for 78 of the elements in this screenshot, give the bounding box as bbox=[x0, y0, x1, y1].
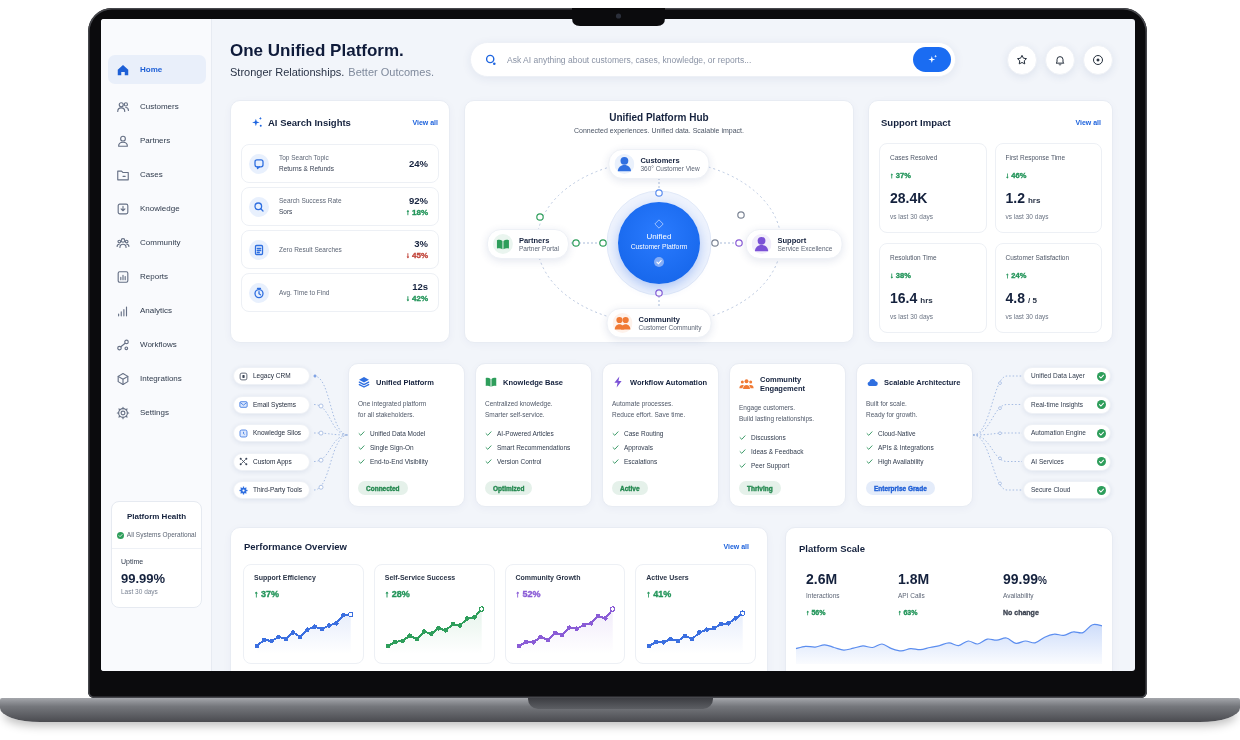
clock-icon bbox=[249, 282, 269, 303]
cube-icon bbox=[116, 371, 130, 386]
stat-value: 2.6M bbox=[806, 571, 838, 587]
card-title: Platform Scale bbox=[799, 542, 865, 554]
search-bar[interactable]: Ask AI anything about customers, cases, knowledge, or reports... bbox=[470, 42, 956, 77]
chat-icon bbox=[249, 153, 269, 174]
diamond-icon bbox=[654, 219, 664, 229]
favorite-button[interactable] bbox=[1007, 44, 1037, 75]
sidebar-item[interactable]: Settings bbox=[108, 398, 206, 427]
sidebar-item[interactable]: Knowledge bbox=[108, 194, 206, 223]
sidebar-item[interactable]: Community bbox=[108, 228, 206, 257]
sidebar-item[interactable]: Partners bbox=[108, 126, 206, 155]
sidebar-item[interactable]: Analytics bbox=[108, 296, 206, 325]
sidebar-item[interactable]: Reports bbox=[108, 262, 206, 291]
folder-icon bbox=[116, 167, 130, 182]
sparkle-icon bbox=[926, 54, 938, 65]
insight-value: 3% bbox=[414, 238, 428, 249]
workflow-icon bbox=[116, 337, 130, 352]
metric-value: 1.2 bbox=[1005, 190, 1025, 206]
metric-change: ↑ 28% bbox=[384, 589, 410, 600]
search-field[interactable]: Ask AI anything about customers, cases, knowledge, or reports... bbox=[507, 53, 903, 66]
person-icon bbox=[116, 133, 130, 148]
network-icon bbox=[239, 457, 248, 466]
metric-change: ↑ 37% bbox=[254, 589, 279, 600]
stat-unit: % bbox=[1038, 575, 1047, 586]
sidebar-item[interactable]: Integrations bbox=[108, 364, 206, 393]
insight-value: 24% bbox=[409, 158, 428, 169]
health-title: Platform Health bbox=[125, 512, 188, 521]
ai-search-button[interactable] bbox=[913, 47, 951, 72]
settings-icon bbox=[116, 405, 130, 420]
sidebar-item[interactable]: Cases bbox=[108, 160, 206, 189]
people-icon bbox=[116, 99, 130, 114]
card-title: AI Search Insights bbox=[268, 116, 351, 128]
card-title: Support Impact bbox=[881, 116, 951, 128]
sidebar-item[interactable]: Customers bbox=[108, 92, 206, 121]
metric-change: ↑ 52% bbox=[515, 589, 541, 600]
target-button[interactable] bbox=[1083, 44, 1113, 75]
metric-value: 28.4K bbox=[890, 190, 928, 206]
core-title: Unified bbox=[646, 232, 672, 242]
insight-value: 92% bbox=[409, 195, 428, 206]
sparkle-icon bbox=[251, 116, 263, 128]
check-badge-icon bbox=[654, 257, 664, 267]
search-icon bbox=[249, 196, 269, 217]
document-icon bbox=[249, 239, 269, 260]
check-circle-icon bbox=[116, 531, 124, 539]
page-title: One Unified Platform. bbox=[230, 41, 405, 60]
gear-icon bbox=[239, 485, 248, 495]
insight-change: ↓ 45% bbox=[405, 251, 428, 261]
metric-value: 4.8 bbox=[1005, 290, 1025, 306]
square-icon bbox=[239, 371, 248, 381]
uptime-value: 99.99% bbox=[120, 571, 167, 586]
report-icon bbox=[116, 269, 130, 284]
page-subtitle: Stronger Relationships. bbox=[230, 65, 345, 78]
star-icon bbox=[1016, 53, 1028, 66]
clock-icon bbox=[239, 428, 248, 438]
metric-change: ↑ 41% bbox=[646, 589, 672, 600]
search-icon bbox=[485, 53, 497, 66]
bell-icon bbox=[1054, 53, 1066, 66]
notification-button[interactable] bbox=[1045, 44, 1075, 75]
page-subtitle: Better Outcomes. bbox=[348, 65, 434, 78]
download-icon bbox=[116, 201, 130, 216]
card-title: Unified Platform Hub bbox=[609, 112, 709, 124]
insight-value: 12s bbox=[412, 281, 428, 292]
metric-value: 16.4 bbox=[890, 290, 918, 306]
metric-unit: hrs bbox=[920, 296, 933, 305]
insight-change: ↓ 42% bbox=[405, 294, 428, 304]
stat-value: 99.99 bbox=[1003, 571, 1039, 587]
card-title: Performance Overview bbox=[244, 540, 347, 552]
mail-icon bbox=[239, 400, 248, 409]
metric-unit: hrs bbox=[1027, 196, 1041, 205]
insight-change: ↑ 18% bbox=[405, 208, 428, 218]
metric-unit: / 5 bbox=[1027, 296, 1037, 305]
stat-value: 1.8M bbox=[898, 571, 930, 587]
sidebar-item[interactable]: Home bbox=[108, 55, 206, 84]
bar-chart-icon bbox=[116, 303, 130, 318]
group-icon bbox=[116, 235, 130, 250]
sidebar-item[interactable]: Workflows bbox=[108, 330, 206, 359]
target-icon bbox=[1092, 53, 1104, 66]
